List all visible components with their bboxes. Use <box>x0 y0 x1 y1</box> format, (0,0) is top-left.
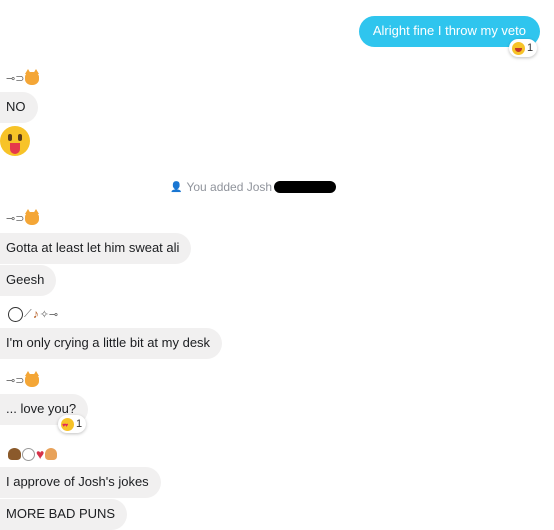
incoming-message[interactable]: I'm only crying a little bit at my desk <box>0 328 223 359</box>
sender-nickname: ♥ <box>8 446 58 462</box>
incoming-message[interactable]: MORE BAD PUNS <box>0 499 128 530</box>
system-message-text: You added Josh <box>186 180 273 194</box>
laughing-reaction-icon <box>512 41 525 55</box>
reaction-count: 1 <box>527 42 534 54</box>
system-message: 👤 You added Josh <box>170 180 337 194</box>
violin-emoji: ♪ <box>32 307 39 321</box>
cat-emoji <box>25 208 40 225</box>
person-emoji <box>45 448 58 460</box>
key-icon: ⊸⊃ <box>6 212 25 225</box>
soccer-ball-emoji <box>8 306 23 322</box>
incoming-message[interactable]: I approve of Josh's jokes <box>0 467 161 498</box>
cat-emoji <box>25 68 40 85</box>
tongue-out-emoji[interactable] <box>0 126 30 156</box>
broken-heart-emoji: ♥ <box>36 446 45 462</box>
message-reaction[interactable]: 1 <box>58 415 87 435</box>
sender-nickname: ⊸⊃ <box>6 68 40 86</box>
cat-emoji <box>25 370 40 387</box>
redacted-name <box>274 181 337 193</box>
star-icon: ✧⊸ <box>39 308 59 321</box>
poop-emoji <box>8 448 21 460</box>
message-reaction[interactable]: 1 <box>509 39 538 57</box>
face-emoji <box>22 447 35 461</box>
reaction-count: 1 <box>76 418 83 430</box>
sender-nickname: ⟋ ♪ ✧⊸ <box>8 306 58 322</box>
incoming-message[interactable]: Geesh <box>0 265 57 296</box>
incoming-message[interactable]: Gotta at least let him sweat ali <box>0 233 192 264</box>
baseball-emoji: ⟋ <box>24 307 32 320</box>
incoming-message[interactable]: NO <box>0 92 38 123</box>
person-add-icon: 👤 <box>170 181 183 193</box>
key-icon: ⊸⊃ <box>6 374 25 387</box>
heart-eyes-reaction-icon <box>61 417 74 435</box>
sender-nickname: ⊸⊃ <box>6 370 40 388</box>
sender-nickname: ⊸⊃ <box>6 208 40 226</box>
key-icon: ⊸⊃ <box>6 72 25 85</box>
